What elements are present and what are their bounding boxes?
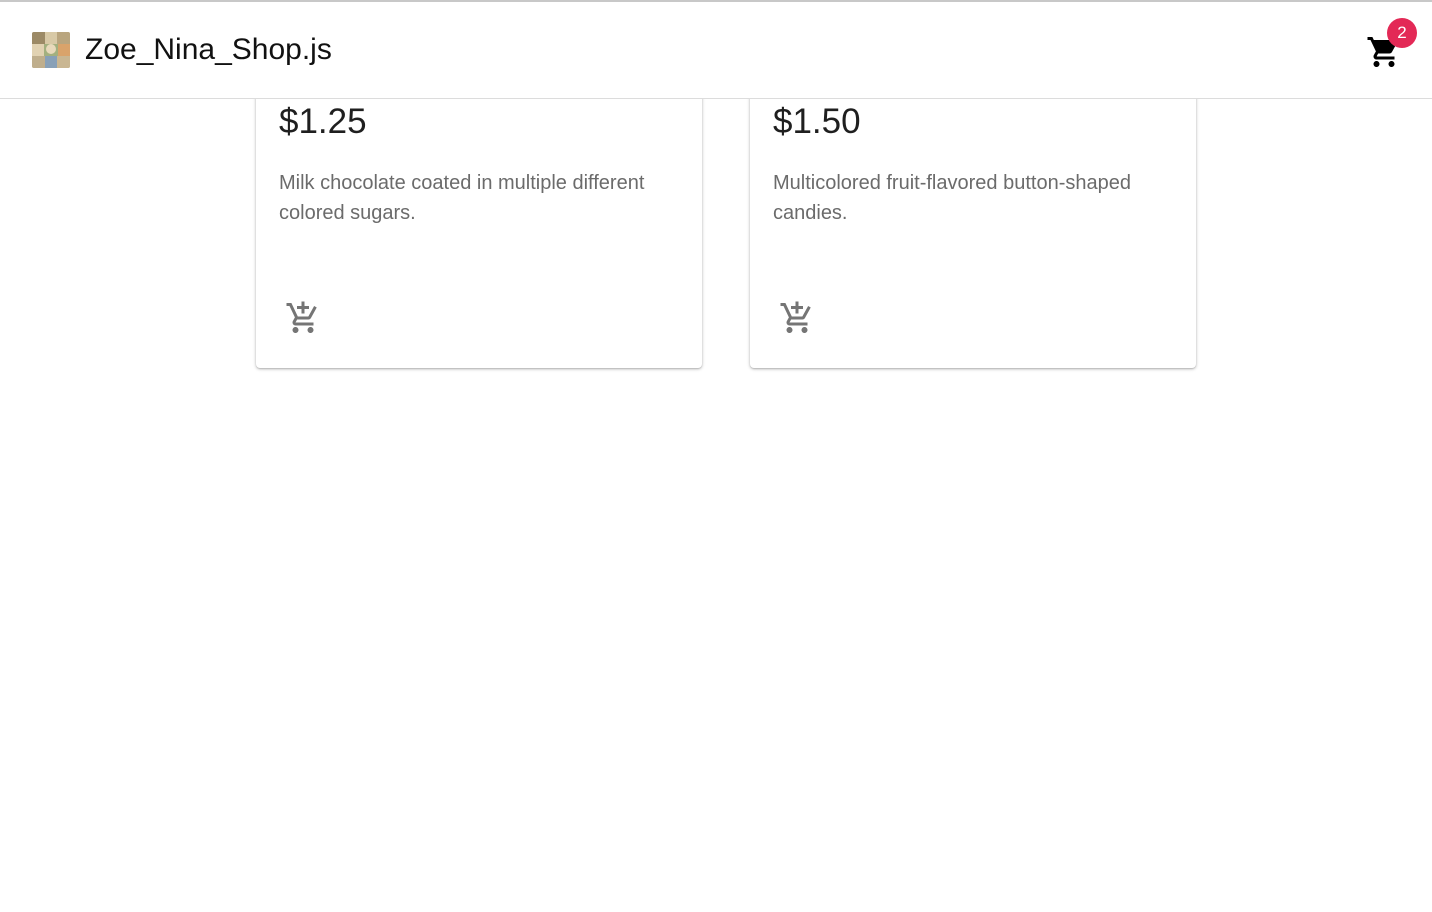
cart-count-badge: 2 [1387,18,1417,48]
product-description: Multicolored fruit-flavored button-shape… [773,172,1131,224]
product-price: $1.25 [279,102,367,141]
product-description: Milk chocolate coated in multiple differ… [279,172,645,224]
app-title[interactable]: Zoe_Nina_Shop.js [85,32,332,68]
cart-button[interactable]: 2 [1356,18,1417,78]
add-to-cart-button[interactable] [773,294,821,342]
product-price: $1.50 [773,102,861,141]
shop-logo-image[interactable] [32,32,70,68]
add-shopping-cart-icon [286,301,317,333]
app-bar: Zoe_Nina_Shop.js 2 [0,2,1432,99]
add-to-cart-button[interactable] [279,294,327,342]
add-shopping-cart-icon [780,301,811,333]
